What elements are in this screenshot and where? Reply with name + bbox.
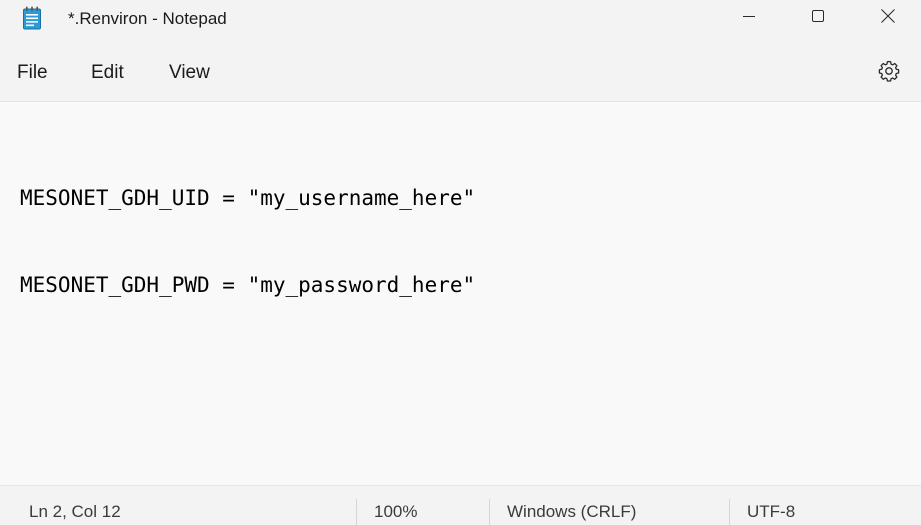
editor-line: MESONET_GDH_PWD = "my_password_here" <box>20 273 476 297</box>
close-icon <box>880 8 896 29</box>
menu-bar: File Edit View <box>0 36 921 102</box>
status-divider <box>356 499 357 525</box>
line-ending[interactable]: Windows (CRLF) <box>507 502 636 522</box>
title-bar[interactable]: *.Renviron - Notepad <box>0 0 921 36</box>
settings-button[interactable] <box>874 58 904 88</box>
editor-line: MESONET_GDH_UID = "my_username_here" <box>20 186 476 210</box>
minimize-icon <box>742 9 756 28</box>
text-editor[interactable]: MESONET_GDH_UID = "my_username_here" MES… <box>0 102 921 485</box>
status-divider <box>489 499 490 525</box>
notepad-icon <box>22 6 42 30</box>
editor-content[interactable]: MESONET_GDH_UID = "my_username_here" MES… <box>20 126 475 358</box>
zoom-level[interactable]: 100% <box>374 502 417 522</box>
maximize-icon <box>811 9 825 28</box>
menu-view[interactable]: View <box>169 62 210 84</box>
minimize-button[interactable] <box>721 0 777 36</box>
menu-file[interactable]: File <box>17 62 48 84</box>
close-button[interactable] <box>860 0 916 36</box>
notepad-window: *.Renviron - Notepad File Edit View MESO… <box>0 0 921 525</box>
gear-icon <box>877 59 901 88</box>
status-bar: Ln 2, Col 12 100% Windows (CRLF) UTF-8 <box>0 485 921 525</box>
encoding[interactable]: UTF-8 <box>747 502 795 522</box>
cursor-position: Ln 2, Col 12 <box>29 502 121 521</box>
maximize-button[interactable] <box>790 0 846 36</box>
status-divider <box>729 499 730 525</box>
menu-edit[interactable]: Edit <box>91 62 124 84</box>
window-title: *.Renviron - Notepad <box>68 9 227 28</box>
